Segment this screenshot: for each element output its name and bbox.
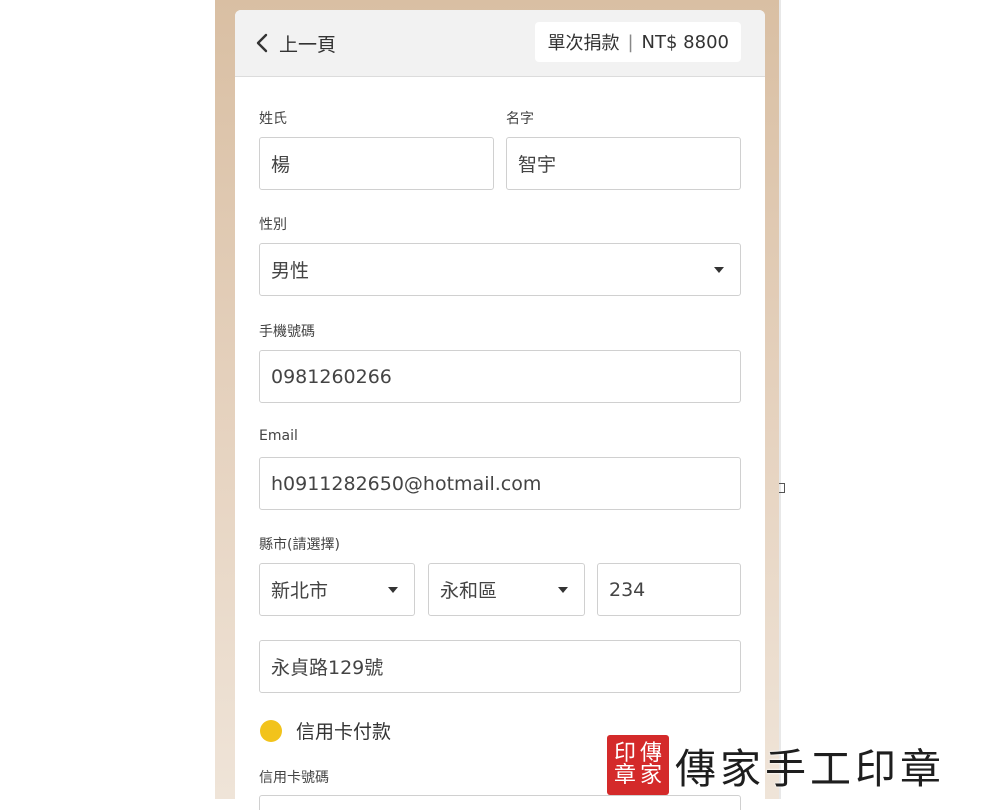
donation-form-card: 上一頁 單次捐款 | NT$ 8800 姓氏 楊 名字 智宇 性別 男性 手機號… <box>235 10 765 810</box>
mobile-input[interactable]: 0981260266 <box>259 350 741 403</box>
gender-select[interactable]: 男性 <box>259 243 741 296</box>
summary-separator: | <box>627 31 634 53</box>
first-name-input[interactable]: 智宇 <box>506 137 741 190</box>
seal-char: 家 <box>640 763 663 788</box>
payment-option-label: 信用卡付款 <box>296 721 392 743</box>
form-header: 上一頁 單次捐款 | NT$ 8800 <box>235 10 765 77</box>
email-value: h0911282650@hotmail.com <box>271 472 542 495</box>
seal-char: 印 <box>613 741 636 766</box>
gender-label: 性別 <box>259 217 287 233</box>
seal-char: 章 <box>613 763 636 788</box>
first-name-value: 智宇 <box>518 154 557 176</box>
mobile-label: 手機號碼 <box>259 324 315 340</box>
gender-value: 男性 <box>271 260 310 282</box>
window-edge-handle[interactable] <box>779 483 785 493</box>
city-value: 新北市 <box>271 580 329 602</box>
last-name-value: 楊 <box>271 154 291 176</box>
seal-stamp-icon: 印 傳 章 家 <box>607 735 669 795</box>
donation-type: 單次捐款 <box>547 33 620 54</box>
region-label: 縣市(請選擇) <box>259 537 340 553</box>
mobile-value: 0981260266 <box>271 365 392 388</box>
postal-code-input[interactable]: 234 <box>597 563 741 616</box>
email-input[interactable]: h0911282650@hotmail.com <box>259 457 741 510</box>
card-number-label: 信用卡號碼 <box>259 770 329 786</box>
chevron-left-icon <box>256 33 268 53</box>
radio-selected-icon[interactable] <box>260 719 282 742</box>
donation-amount: NT$ 8800 <box>641 31 729 53</box>
caret-down-icon <box>558 586 568 593</box>
caret-down-icon <box>714 266 724 273</box>
address-value: 永貞路129號 <box>271 657 384 679</box>
email-label: Email <box>259 428 298 444</box>
last-name-input[interactable]: 楊 <box>259 137 494 190</box>
card-number-input[interactable] <box>259 795 741 810</box>
watermark: 印 傳 章 家 傳家手工印章 <box>607 735 945 795</box>
last-name-label: 姓氏 <box>259 111 287 127</box>
window-edge <box>779 0 781 799</box>
back-label: 上一頁 <box>279 33 337 56</box>
district-select[interactable]: 永和區 <box>428 563 585 616</box>
district-value: 永和區 <box>440 580 498 602</box>
back-button[interactable]: 上一頁 <box>255 28 336 58</box>
first-name-label: 名字 <box>506 111 534 127</box>
payment-option-credit-card[interactable]: 信用卡付款 <box>260 717 391 744</box>
donation-summary: 單次捐款 | NT$ 8800 <box>535 22 741 62</box>
seal-char: 傳 <box>640 741 663 766</box>
caret-down-icon <box>388 586 398 593</box>
postal-code-value: 234 <box>609 578 646 601</box>
address-input[interactable]: 永貞路129號 <box>259 640 741 693</box>
watermark-text: 傳家手工印章 <box>675 745 945 793</box>
city-select[interactable]: 新北市 <box>259 563 415 616</box>
